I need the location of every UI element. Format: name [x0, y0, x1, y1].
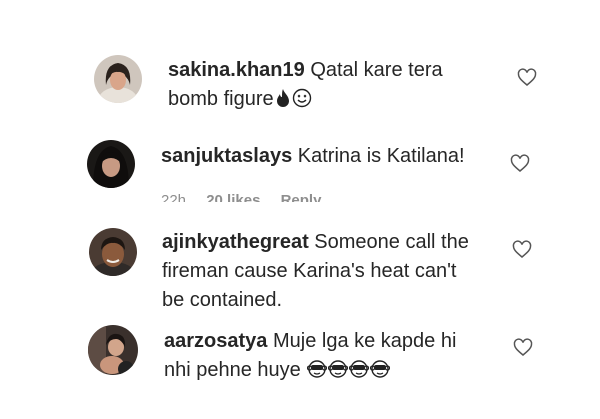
comment-body: Muje lga ke kapde hi — [272, 330, 457, 352]
see-no-evil-monkey-icon — [307, 359, 328, 388]
avatar[interactable] — [88, 325, 138, 375]
see-no-evil-monkey-icon — [349, 359, 370, 388]
comment-aarzo: aarzosatya Muje lga ke kapde hi nhi pehn… — [0, 0, 600, 419]
like-heart-icon[interactable] — [513, 338, 533, 358]
comment-body: nhi pehne huye — [164, 359, 301, 381]
comment-text: aarzosatya Muje lga ke kapde hi nhi pehn… — [164, 327, 504, 388]
see-no-evil-monkey-icon — [370, 359, 391, 388]
see-no-evil-monkey-icon — [328, 359, 349, 388]
comment-username[interactable]: aarzosatya — [164, 330, 267, 352]
